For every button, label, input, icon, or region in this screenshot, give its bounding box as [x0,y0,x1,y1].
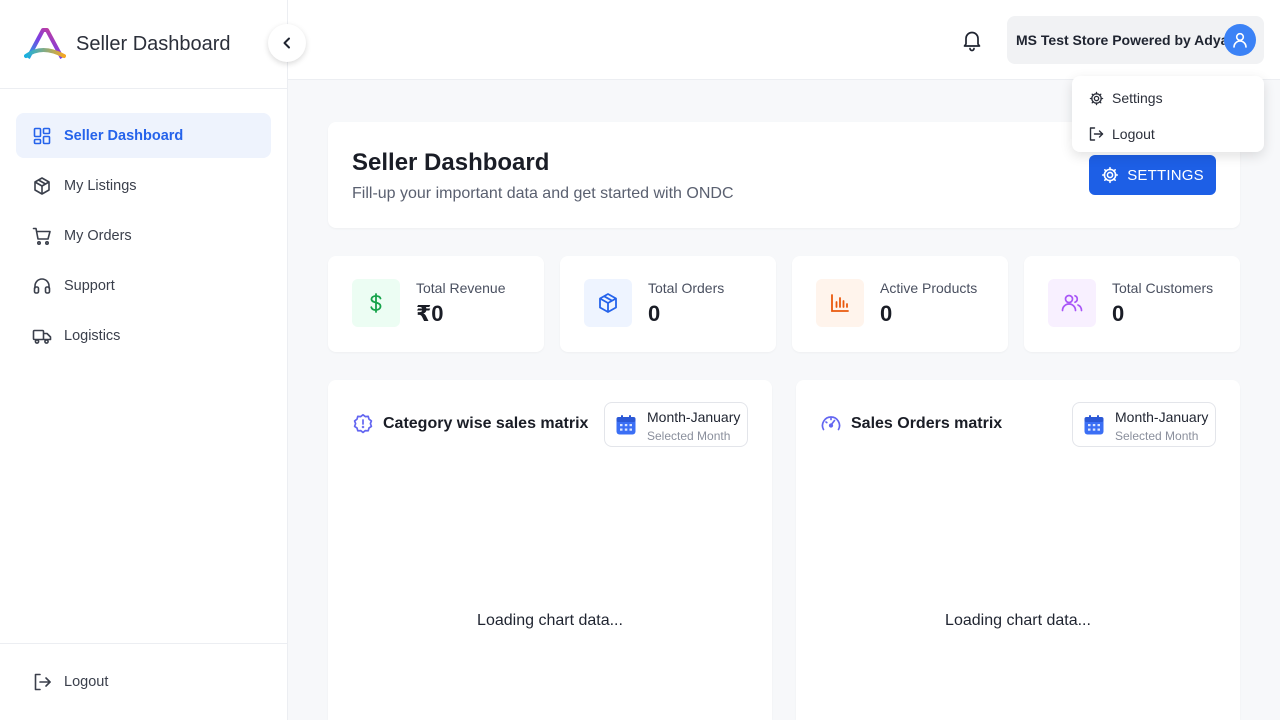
gear-icon [1088,90,1104,106]
page-title: Seller Dashboard [352,149,550,176]
gauge-icon [821,416,841,431]
stat-card-total-orders: Total Orders 0 [560,256,776,352]
sidebar-item-support[interactable]: Support [16,263,271,308]
sidebar-item-label: My Orders [64,227,132,244]
users-icon [1048,279,1096,327]
logout-icon [1088,126,1104,142]
topbar: MS Test Store Powered by Adya [288,0,1280,80]
category-sales-chart-card: Category wise sales matrix Month-January… [328,380,772,720]
grid-icon [32,126,52,146]
store-name: MS Test Store Powered by Adya [1016,32,1229,48]
brand-logo-icon [24,28,66,59]
bell-icon [963,31,981,52]
selected-month-caption: Selected Month [1115,429,1199,443]
page-subtitle: Fill-up your important data and get star… [352,185,734,202]
selected-month-caption: Selected Month [647,429,731,443]
sidebar: Seller Dashboard Seller Dashboard My Lis… [0,0,288,720]
month-selector[interactable]: Month-January Selected Month [604,402,748,447]
brand: Seller Dashboard [0,0,287,89]
notifications-button[interactable] [960,28,984,52]
calendar-icon [616,415,636,435]
stat-label: Total Customers [1112,280,1214,296]
menu-item-label: Logout [1112,126,1155,142]
chart-loading-text: Loading chart data... [945,612,1091,629]
sidebar-item-logistics[interactable]: Logistics [16,313,271,358]
selected-month-value: Month-January [647,409,741,425]
stat-label: Total Orders [648,280,725,296]
user-dropdown-menu: Settings Logout [1072,76,1264,152]
chart-title: Sales Orders matrix [851,415,1003,432]
month-selector[interactable]: Month-January Selected Month [1072,402,1216,447]
stat-label: Total Revenue [416,280,506,296]
stat-value: ₹0 [416,301,444,326]
sidebar-item-label: Seller Dashboard [64,127,184,144]
sidebar-item-my-listings[interactable]: My Listings [16,163,271,208]
bar-chart-icon [816,279,864,327]
menu-item-label: Settings [1112,90,1163,106]
sidebar-item-seller-dashboard[interactable]: Seller Dashboard [16,113,271,158]
stat-value: 0 [648,301,661,326]
headset-icon [32,276,52,296]
gear-icon [1101,166,1119,184]
sidebar-item-my-orders[interactable]: My Orders [16,213,271,258]
menu-item-settings[interactable]: Settings [1072,80,1264,116]
sidebar-item-label: My Listings [64,177,137,194]
stat-card-active-products: Active Products 0 [792,256,1008,352]
calendar-icon [1084,415,1104,435]
truck-icon [32,326,52,346]
stat-value: 0 [880,301,893,326]
sidebar-nav: Seller Dashboard My Listings My Orders S… [0,89,287,358]
sidebar-logout-label: Logout [64,674,109,690]
settings-button[interactable]: SETTINGS [1089,155,1216,195]
sidebar-logout[interactable]: Logout [0,643,287,720]
stat-value: 0 [1112,301,1125,326]
user-menu-button[interactable]: MS Test Store Powered by Adya [1007,16,1264,64]
cart-icon [32,226,52,246]
stat-card-total-revenue: Total Revenue ₹0 [328,256,544,352]
chart-title: Category wise sales matrix [383,415,589,432]
badge-alert-icon [353,413,373,434]
logout-icon [32,672,52,692]
dollar-icon [352,279,400,327]
stat-label: Active Products [880,280,978,296]
chevron-left-icon [283,37,290,49]
sidebar-item-label: Support [64,277,115,294]
collapse-sidebar-button[interactable] [268,24,306,62]
sales-orders-chart-card: Sales Orders matrix Month-January Select… [796,380,1240,720]
sidebar-item-label: Logistics [64,327,121,344]
stat-card-total-customers: Total Customers 0 [1024,256,1240,352]
brand-title: Seller Dashboard [76,32,231,55]
chart-loading-text: Loading chart data... [477,612,623,629]
user-icon [1233,32,1247,48]
settings-button-label: SETTINGS [1127,166,1204,184]
box-icon [32,176,52,196]
avatar [1224,24,1256,56]
selected-month-value: Month-January [1115,409,1209,425]
menu-item-logout[interactable]: Logout [1072,116,1264,152]
package-icon [584,279,632,327]
